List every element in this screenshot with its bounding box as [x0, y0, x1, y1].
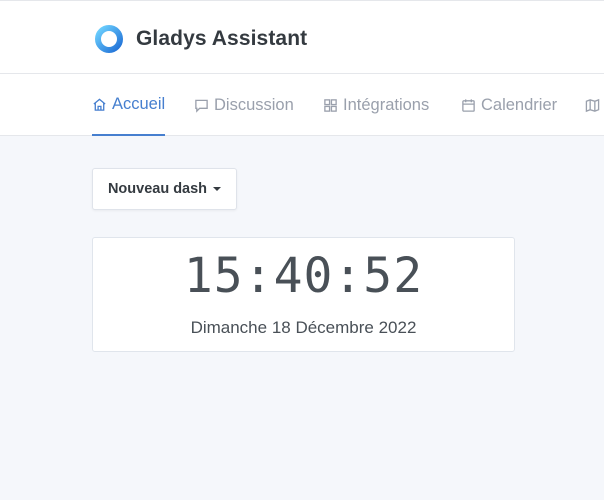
- home-icon: [93, 97, 106, 111]
- brand-name: Gladys Assistant: [136, 27, 308, 50]
- nav-label: Intégrations: [343, 95, 430, 114]
- caret-down-icon: [213, 187, 222, 191]
- grid-icon: [324, 98, 337, 112]
- calendar-icon: [462, 98, 475, 112]
- nav-item-accueil[interactable]: Accueil: [92, 74, 166, 136]
- nav-label: Discussion: [214, 95, 294, 114]
- top-header: Gladys Assistant: [0, 0, 604, 74]
- nav-item-discussion[interactable]: Discussion: [194, 74, 294, 136]
- gladys-ring-logo-icon: [95, 25, 123, 53]
- dashboard-selector-label: Nouveau dash: [107, 181, 208, 197]
- map-icon: [585, 98, 600, 112]
- main-nav: Accueil Discussion Intégrations Calendri…: [0, 74, 604, 136]
- nav-item-calendrier[interactable]: Calendrier: [461, 74, 557, 136]
- clock-widget: 15:40:52 Dimanche 18 Décembre 2022: [92, 237, 515, 352]
- clock-date: Dimanche 18 Décembre 2022: [190, 318, 417, 337]
- dashboard-selector-button[interactable]: Nouveau dash: [92, 168, 237, 210]
- brand[interactable]: Gladys Assistant: [94, 24, 307, 54]
- nav-label: Accueil: [112, 94, 166, 113]
- nav-item-integrations[interactable]: Intégrations: [323, 74, 429, 136]
- nav-label: Calendrier: [481, 95, 558, 114]
- clock-time: 15:40:52: [183, 248, 424, 304]
- chat-icon: [195, 99, 208, 113]
- nav-item-map[interactable]: [585, 74, 604, 136]
